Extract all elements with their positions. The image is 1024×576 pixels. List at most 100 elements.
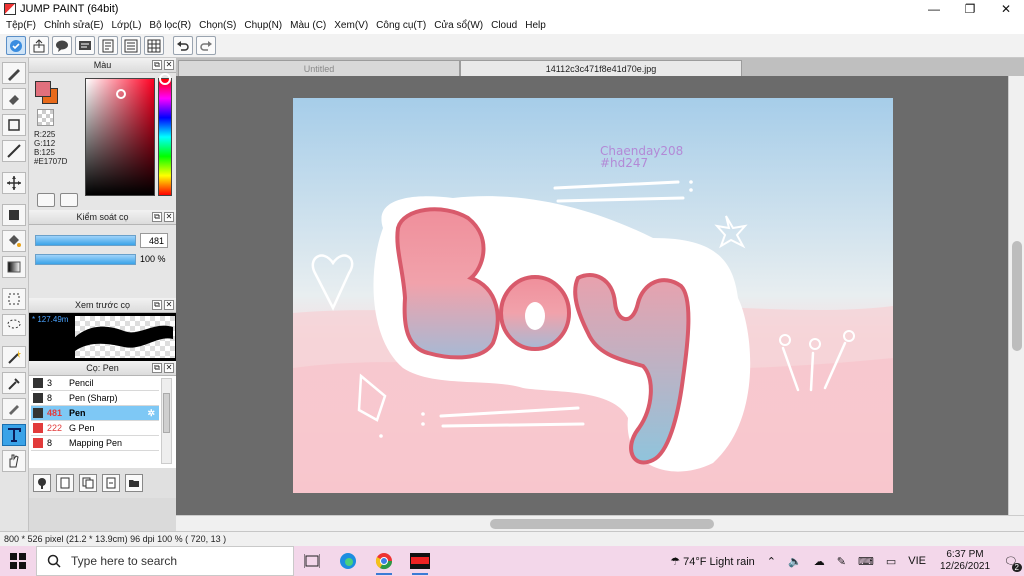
menu-edit[interactable]: Chỉnh sửa(E) [40,20,108,31]
hand-tool[interactable] [2,450,26,472]
brush-list-scrollbar[interactable] [161,378,172,464]
copy-brush-button[interactable] [79,474,97,492]
eraser-tool[interactable] [2,88,26,110]
panel-float-button[interactable]: ⧉ [152,60,162,70]
tab-image-file[interactable]: 14112c3c471f8e41d70e.jpg [460,60,742,76]
clock[interactable]: 6:37 PM 12/26/2021 [932,549,998,573]
start-button[interactable] [0,546,36,576]
chevron-up-icon[interactable]: ⌃ [761,555,782,568]
layers-list-button[interactable] [121,36,141,55]
fill-rect-tool[interactable] [2,204,26,226]
brush-item-mapping-pen[interactable]: 8 Mapping Pen [31,436,159,451]
brush-size-value[interactable]: 481 [140,233,168,248]
brush-opacity-value: 100 % [140,254,166,264]
vertical-scrollbar[interactable] [1008,76,1024,515]
hue-cursor [159,73,171,85]
menu-layer[interactable]: Lớp(L) [108,20,146,31]
brush-item-pencil[interactable]: 3 Pencil [31,376,159,391]
foreground-color-swatch[interactable] [35,81,51,97]
brush-tool[interactable] [2,62,26,84]
pen-icon[interactable]: ✎ [831,555,852,568]
cloud-icon[interactable]: ☁ [808,555,831,568]
windows-logo-icon [10,553,26,569]
new-brush-button[interactable] [56,474,74,492]
marquee-icon [8,293,20,305]
notification-button[interactable]: 🗨 2 [998,555,1024,572]
menu-capture[interactable]: Chụp(N) [240,20,286,31]
horizontal-scrollbar[interactable] [176,515,1024,531]
brush-item-pen-sharp[interactable]: 8 Pen (Sharp) [31,391,159,406]
vertical-scroll-thumb[interactable] [1012,241,1022,351]
restore-button[interactable]: ❐ [952,0,988,17]
brush-size-slider[interactable] [35,235,136,246]
hue-slider[interactable] [158,78,172,196]
stamp-tool[interactable] [2,398,26,420]
menu-tools[interactable]: Công cụ(T) [372,20,430,31]
taskbar-search[interactable]: Type here to search [36,546,294,576]
document-button[interactable] [98,36,118,55]
saturation-value-picker[interactable] [85,78,155,196]
panel-float-button[interactable]: ⧉ [152,300,162,310]
color-palette-button[interactable] [37,193,55,207]
menu-file[interactable]: Tệp(F) [2,20,40,31]
bucket-tool[interactable] [2,230,26,252]
undo-button[interactable] [173,36,193,55]
speaker-icon[interactable]: 🔈 [782,555,808,568]
panel-close-button[interactable]: ✕ [164,363,174,373]
menu-filter[interactable]: Bộ lọc(R) [145,20,195,31]
display-icon[interactable]: ▭ [880,555,902,568]
panel-close-button[interactable]: ✕ [164,300,174,310]
panel-float-button[interactable]: ⧉ [152,212,162,222]
lasso-tool[interactable] [2,314,26,336]
language-indicator[interactable]: VIE [902,555,932,567]
minimize-button[interactable]: — [916,0,952,17]
image-info: 800 * 526 pixel (21.2 * 13.9cm) 96 dpi 1… [4,534,227,544]
brush-opacity-slider[interactable] [35,254,136,265]
menu-window[interactable]: Cửa sổ(W) [430,20,487,31]
redo-button[interactable] [196,36,216,55]
menu-color[interactable]: Màu (C) [286,20,330,31]
menu-view[interactable]: Xem(V) [330,20,372,31]
select-rect-tool[interactable] [2,288,26,310]
move-tool[interactable] [2,172,26,194]
export-button[interactable] [29,36,49,55]
tab-untitled[interactable]: Untitled [178,60,460,76]
task-view-button[interactable] [294,546,330,576]
weather-widget[interactable]: ☂ 74°F Light rain [664,555,761,568]
keyboard-icon[interactable]: ⌨ [852,555,880,568]
magic-wand-tool[interactable] [2,346,26,368]
panel-float-button[interactable]: ⧉ [152,363,162,373]
canvas-workspace[interactable]: Chaenday208 #hd247 [176,76,1008,515]
close-button[interactable]: ✕ [988,0,1024,17]
brush-folder-button[interactable] [125,474,143,492]
color-mixer-button[interactable] [60,193,78,207]
brush-item-g-pen[interactable]: 222 G Pen [31,421,159,436]
brush-item-pen[interactable]: 481 Pen ✲ [31,406,159,421]
import-brush-button[interactable] [102,474,120,492]
scrollbar-thumb[interactable] [163,393,170,433]
menu-cloud[interactable]: Cloud [487,20,521,31]
menu-help[interactable]: Help [521,20,550,31]
panel-close-button[interactable]: ✕ [164,60,174,70]
rectangle-tool[interactable] [2,114,26,136]
horizontal-scroll-thumb[interactable] [490,519,714,529]
brush-preview-header: Xem trước cọ ⧉ ✕ [29,298,176,313]
chrome-app[interactable] [366,546,402,576]
brush-size: 8 [47,438,53,448]
gradient-tool[interactable] [2,256,26,278]
comment-button[interactable] [52,36,72,55]
text-tool[interactable] [2,424,26,446]
artwork-canvas[interactable]: Chaenday208 #hd247 [293,98,893,493]
line-tool[interactable] [2,140,26,162]
menu-select[interactable]: Chọn(S) [195,20,240,31]
check-toggle-button[interactable] [6,36,26,55]
edge-app[interactable] [330,546,366,576]
brush-settings-button[interactable] [33,474,51,492]
transparent-color-swatch[interactable] [37,109,54,126]
panel-close-button[interactable]: ✕ [164,212,174,222]
eyedropper-tool[interactable] [2,372,26,394]
gear-icon[interactable]: ✲ [147,408,155,419]
message-button[interactable] [75,36,95,55]
jump-paint-app[interactable] [402,546,438,576]
grid-button[interactable] [144,36,164,55]
